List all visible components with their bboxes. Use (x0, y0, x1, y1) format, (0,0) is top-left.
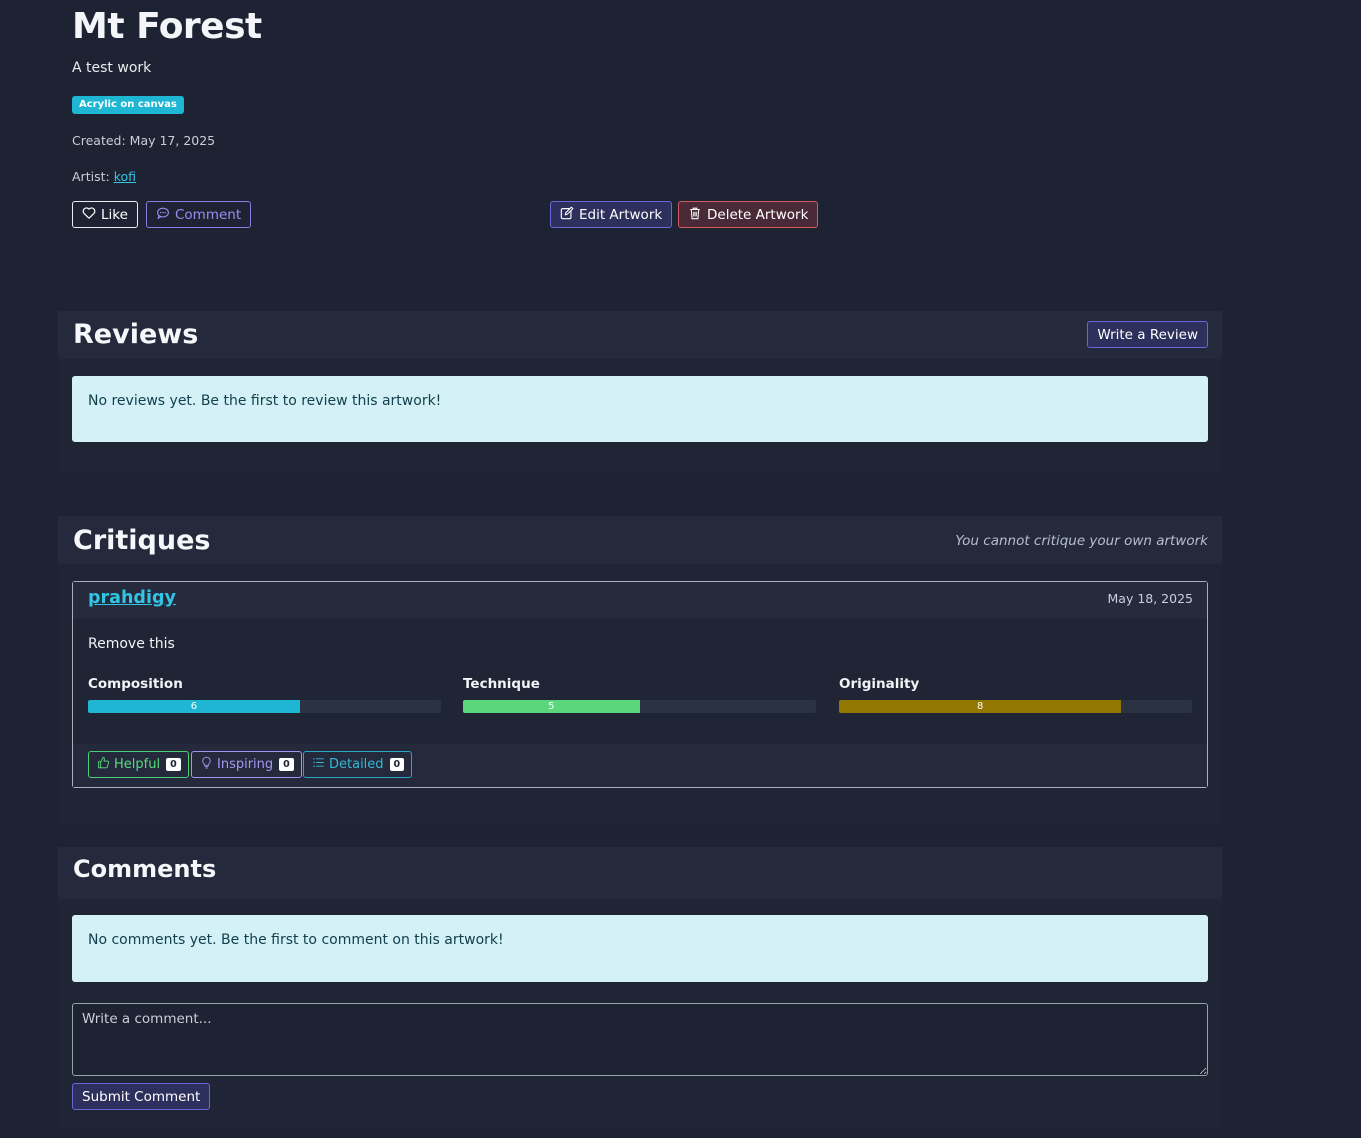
critiques-header: Critiques You cannot critique your own a… (58, 516, 1222, 564)
self-critique-notice: You cannot critique your own artwork (955, 533, 1208, 549)
detailed-button[interactable]: Detailed 0 (303, 751, 413, 778)
edit-artwork-button[interactable]: Edit Artwork (550, 201, 673, 228)
submit-comment-button[interactable]: Submit Comment (72, 1083, 211, 1110)
inspiring-count: 0 (279, 758, 294, 771)
comment-input[interactable] (72, 1003, 1208, 1076)
detailed-count: 0 (389, 758, 405, 771)
score-bar-fill: 6 (88, 700, 300, 713)
score-bar-fill: 5 (463, 700, 640, 713)
medium-badge: Acrylic on canvas (72, 96, 184, 114)
critique-header: prahdigy May 18, 2025 (73, 582, 1207, 618)
helpful-label: Helpful (114, 757, 161, 772)
critique-reactions: Helpful 0 Inspiring 0 Detailed 0 (73, 744, 1207, 787)
artwork-description: A test work (72, 60, 152, 76)
critique-date: May 18, 2025 (1107, 591, 1193, 606)
detailed-label: Detailed (329, 757, 384, 772)
critique-author-link[interactable]: prahdigy (88, 588, 176, 608)
like-button[interactable]: Like (72, 201, 138, 228)
metric-composition: Composition 6 (88, 676, 441, 713)
score-bar: 5 (463, 700, 816, 713)
inspiring-label: Inspiring (217, 757, 274, 772)
reviews-section: Reviews Write a Review No reviews yet. B… (58, 311, 1222, 471)
comment-button[interactable]: Comment (146, 201, 252, 228)
score-bar: 6 (88, 700, 441, 713)
edit-icon (560, 206, 574, 224)
delete-artwork-button[interactable]: Delete Artwork (678, 201, 819, 228)
delete-label: Delete Artwork (707, 206, 809, 223)
metric-label: Originality (839, 676, 920, 692)
chat-bubble-icon (156, 206, 170, 224)
like-label: Like (101, 206, 128, 223)
reviews-title: Reviews (73, 319, 199, 350)
created-date: Created: May 17, 2025 (72, 133, 216, 148)
comments-empty-alert: No comments yet. Be the first to comment… (72, 915, 1208, 982)
critique-text: Remove this (88, 636, 175, 652)
list-icon (312, 756, 325, 773)
critiques-title: Critiques (73, 525, 211, 556)
critiques-section: Critiques You cannot critique your own a… (58, 516, 1222, 825)
write-review-button[interactable]: Write a Review (1087, 321, 1208, 348)
trash-icon (688, 206, 702, 224)
artist-label: Artist: (72, 169, 110, 184)
comments-title: Comments (73, 855, 217, 883)
reviews-empty-alert: No reviews yet. Be the first to review t… (72, 376, 1208, 442)
artist-link[interactable]: kofi (114, 169, 136, 184)
metric-label: Technique (463, 676, 540, 692)
helpful-button[interactable]: Helpful 0 (88, 751, 189, 778)
edit-label: Edit Artwork (579, 206, 663, 223)
metric-originality: Originality 8 (839, 676, 1192, 713)
heart-icon (82, 206, 96, 224)
lightbulb-icon (200, 756, 213, 773)
artwork-title: Mt Forest (72, 6, 262, 47)
score-bar: 8 (839, 700, 1192, 713)
metric-technique: Technique 5 (463, 676, 816, 713)
artist-line: Artist: kofi (72, 169, 136, 184)
critique-card: prahdigy May 18, 2025 Remove this Compos… (72, 581, 1208, 788)
reviews-header: Reviews Write a Review (58, 311, 1222, 359)
metric-label: Composition (88, 676, 183, 692)
helpful-count: 0 (166, 758, 181, 771)
inspiring-button[interactable]: Inspiring 0 (191, 751, 302, 778)
comments-header: Comments (58, 847, 1222, 899)
score-bar-fill: 8 (839, 700, 1122, 713)
thumbs-up-icon (97, 756, 110, 773)
comment-label: Comment (175, 206, 242, 223)
comments-section: Comments No comments yet. Be the first t… (58, 847, 1222, 1127)
